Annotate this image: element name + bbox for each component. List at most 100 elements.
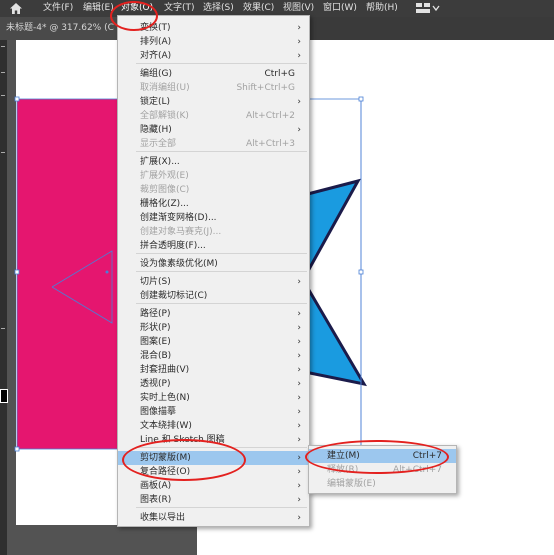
- selection-handle[interactable]: [14, 446, 20, 452]
- selection-handle[interactable]: [358, 269, 364, 275]
- menu-item-show-all: 显示全部 Alt+Ctrl+3: [118, 137, 309, 151]
- menu-item-flatten-transparency[interactable]: 拼合透明度(F)...: [118, 239, 309, 253]
- menu-item-label: 隐藏(H): [140, 125, 172, 135]
- menu-item-shortcut: Alt+Ctrl+3: [245, 139, 295, 149]
- menu-item-label: 裁剪图像(C): [140, 185, 190, 195]
- submenu-arrow-icon: ›: [297, 323, 301, 333]
- menu-item-label: 实时上色(N): [140, 393, 190, 403]
- submenu-arrow-icon: ›: [297, 365, 301, 375]
- menu-item-label: 形状(P): [140, 323, 171, 333]
- submenu-item-edit-mask: 编辑蒙版(E): [309, 477, 456, 491]
- submenu-arrow-icon: ›: [297, 393, 301, 403]
- menu-item-label: 创建裁切标记(C): [140, 291, 208, 301]
- menu-item-label: 收集以导出: [140, 513, 186, 523]
- menu-separator: [136, 271, 307, 272]
- menu-item-create-object-mosaic: 创建对象马赛克(J)...: [118, 225, 309, 239]
- menu-item-shortcut: Shift+Ctrl+G: [236, 83, 295, 93]
- menu-separator: [136, 151, 307, 152]
- menu-item-create-trim-marks[interactable]: 创建裁切标记(C): [118, 289, 309, 303]
- menu-item-unlock-all: 全部解锁(K) Alt+Ctrl+2: [118, 109, 309, 123]
- menu-item-label: 文本绕排(W): [140, 421, 192, 431]
- menu-item-pattern[interactable]: 图案(E) ›: [118, 335, 309, 349]
- submenu-arrow-icon: ›: [297, 407, 301, 417]
- menu-item-label: 扩展(X)...: [140, 157, 180, 167]
- menu-item-arrange[interactable]: 排列(A) ›: [118, 35, 309, 49]
- menu-item-perspective[interactable]: 透视(P) ›: [118, 377, 309, 391]
- menu-item-label: 透视(P): [140, 379, 171, 389]
- menu-item-crop-image: 裁剪图像(C): [118, 183, 309, 197]
- menu-item-text-wrap[interactable]: 文本绕排(W) ›: [118, 419, 309, 433]
- submenu-arrow-icon: ›: [297, 421, 301, 431]
- selection-handle[interactable]: [358, 96, 364, 102]
- menu-item-label: 图案(E): [140, 337, 171, 347]
- selection-handle[interactable]: [14, 96, 20, 102]
- menu-item-label: 创建对象马赛克(J)...: [140, 227, 222, 237]
- menu-item-label: 栅格化(Z)...: [140, 199, 189, 209]
- menu-item-slice[interactable]: 切片(S) ›: [118, 275, 309, 289]
- submenu-arrow-icon: ›: [297, 309, 301, 319]
- menu-item-artboards[interactable]: 画板(A) ›: [118, 479, 309, 493]
- menu-item-label: 路径(P): [140, 309, 171, 319]
- menu-item-label: 图像描摹: [140, 407, 177, 417]
- menu-item-shortcut: Ctrl+G: [264, 69, 295, 79]
- menu-item-graph[interactable]: 图表(R) ›: [118, 493, 309, 507]
- menu-item-label: 画板(A): [140, 481, 172, 491]
- menu-item-collect-for-export[interactable]: 收集以导出 ›: [118, 511, 309, 525]
- annotation-circle-object-menu: [110, 1, 158, 31]
- menu-item-pixel-optimize[interactable]: 设为像素级优化(M): [118, 257, 309, 271]
- menu-item-live-paint[interactable]: 实时上色(N) ›: [118, 391, 309, 405]
- menu-item-label: 锁定(L): [140, 97, 171, 107]
- menu-item-label: 封套扭曲(V): [140, 365, 190, 375]
- menu-item-label: 排列(A): [140, 37, 172, 47]
- menu-item-label: 拼合透明度(F)...: [140, 241, 206, 251]
- menu-item-blend[interactable]: 混合(B) ›: [118, 349, 309, 363]
- submenu-arrow-icon: ›: [297, 125, 301, 135]
- menu-separator: [136, 253, 307, 254]
- menu-item-hide[interactable]: 隐藏(H) ›: [118, 123, 309, 137]
- anchor-point: [105, 270, 109, 274]
- menu-separator: [136, 303, 307, 304]
- menu-item-ungroup: 取消编组(U) Shift+Ctrl+G: [118, 81, 309, 95]
- submenu-arrow-icon: ›: [297, 379, 301, 389]
- menu-item-rasterize[interactable]: 栅格化(Z)...: [118, 197, 309, 211]
- submenu-arrow-icon: ›: [297, 481, 301, 491]
- submenu-arrow-icon: ›: [297, 495, 301, 505]
- selection-handle[interactable]: [14, 269, 20, 275]
- menu-item-label: 扩展外观(E): [140, 171, 189, 181]
- menu-item-shape[interactable]: 形状(P) ›: [118, 321, 309, 335]
- menu-separator: [136, 507, 307, 508]
- menu-item-image-trace[interactable]: 图像描摹 ›: [118, 405, 309, 419]
- menu-item-expand[interactable]: 扩展(X)...: [118, 155, 309, 169]
- menu-item-label: 混合(B): [140, 351, 172, 361]
- menu-item-label: 显示全部: [140, 139, 177, 149]
- menu-item-label: 编组(G): [140, 69, 172, 79]
- menu-item-label: 设为像素级优化(M): [140, 259, 218, 269]
- menu-item-lock[interactable]: 锁定(L) ›: [118, 95, 309, 109]
- menu-item-create-gradient-mesh[interactable]: 创建渐变网格(D)...: [118, 211, 309, 225]
- menu-item-label: 对齐(A): [140, 51, 172, 61]
- selected-path: [51, 250, 113, 324]
- menu-item-path[interactable]: 路径(P) ›: [118, 307, 309, 321]
- submenu-arrow-icon: ›: [297, 435, 301, 445]
- menu-item-group[interactable]: 编组(G) Ctrl+G: [118, 67, 309, 81]
- annotation-circle-make: [305, 440, 449, 474]
- submenu-arrow-icon: ›: [297, 23, 301, 33]
- menu-item-label: 创建渐变网格(D)...: [140, 213, 217, 223]
- menu-item-envelope-distort[interactable]: 封套扭曲(V) ›: [118, 363, 309, 377]
- submenu-arrow-icon: ›: [297, 51, 301, 61]
- menu-separator: [136, 63, 307, 64]
- menu-item-label: 全部解锁(K): [140, 111, 189, 121]
- menu-item-label: 切片(S): [140, 277, 171, 287]
- submenu-arrow-icon: ›: [297, 337, 301, 347]
- menu-item-shortcut: Alt+Ctrl+2: [245, 111, 295, 121]
- menu-item-align[interactable]: 对齐(A) ›: [118, 49, 309, 63]
- menu-item-expand-appearance: 扩展外观(E): [118, 169, 309, 183]
- submenu-arrow-icon: ›: [297, 277, 301, 287]
- submenu-arrow-icon: ›: [297, 467, 301, 477]
- annotation-circle-clipping-mask: [122, 439, 246, 481]
- menu-item-label: 取消编组(U): [140, 83, 190, 93]
- submenu-arrow-icon: ›: [297, 453, 301, 463]
- submenu-arrow-icon: ›: [297, 513, 301, 523]
- submenu-item-label: 编辑蒙版(E): [327, 479, 376, 489]
- menu-item-label: 图表(R): [140, 495, 172, 505]
